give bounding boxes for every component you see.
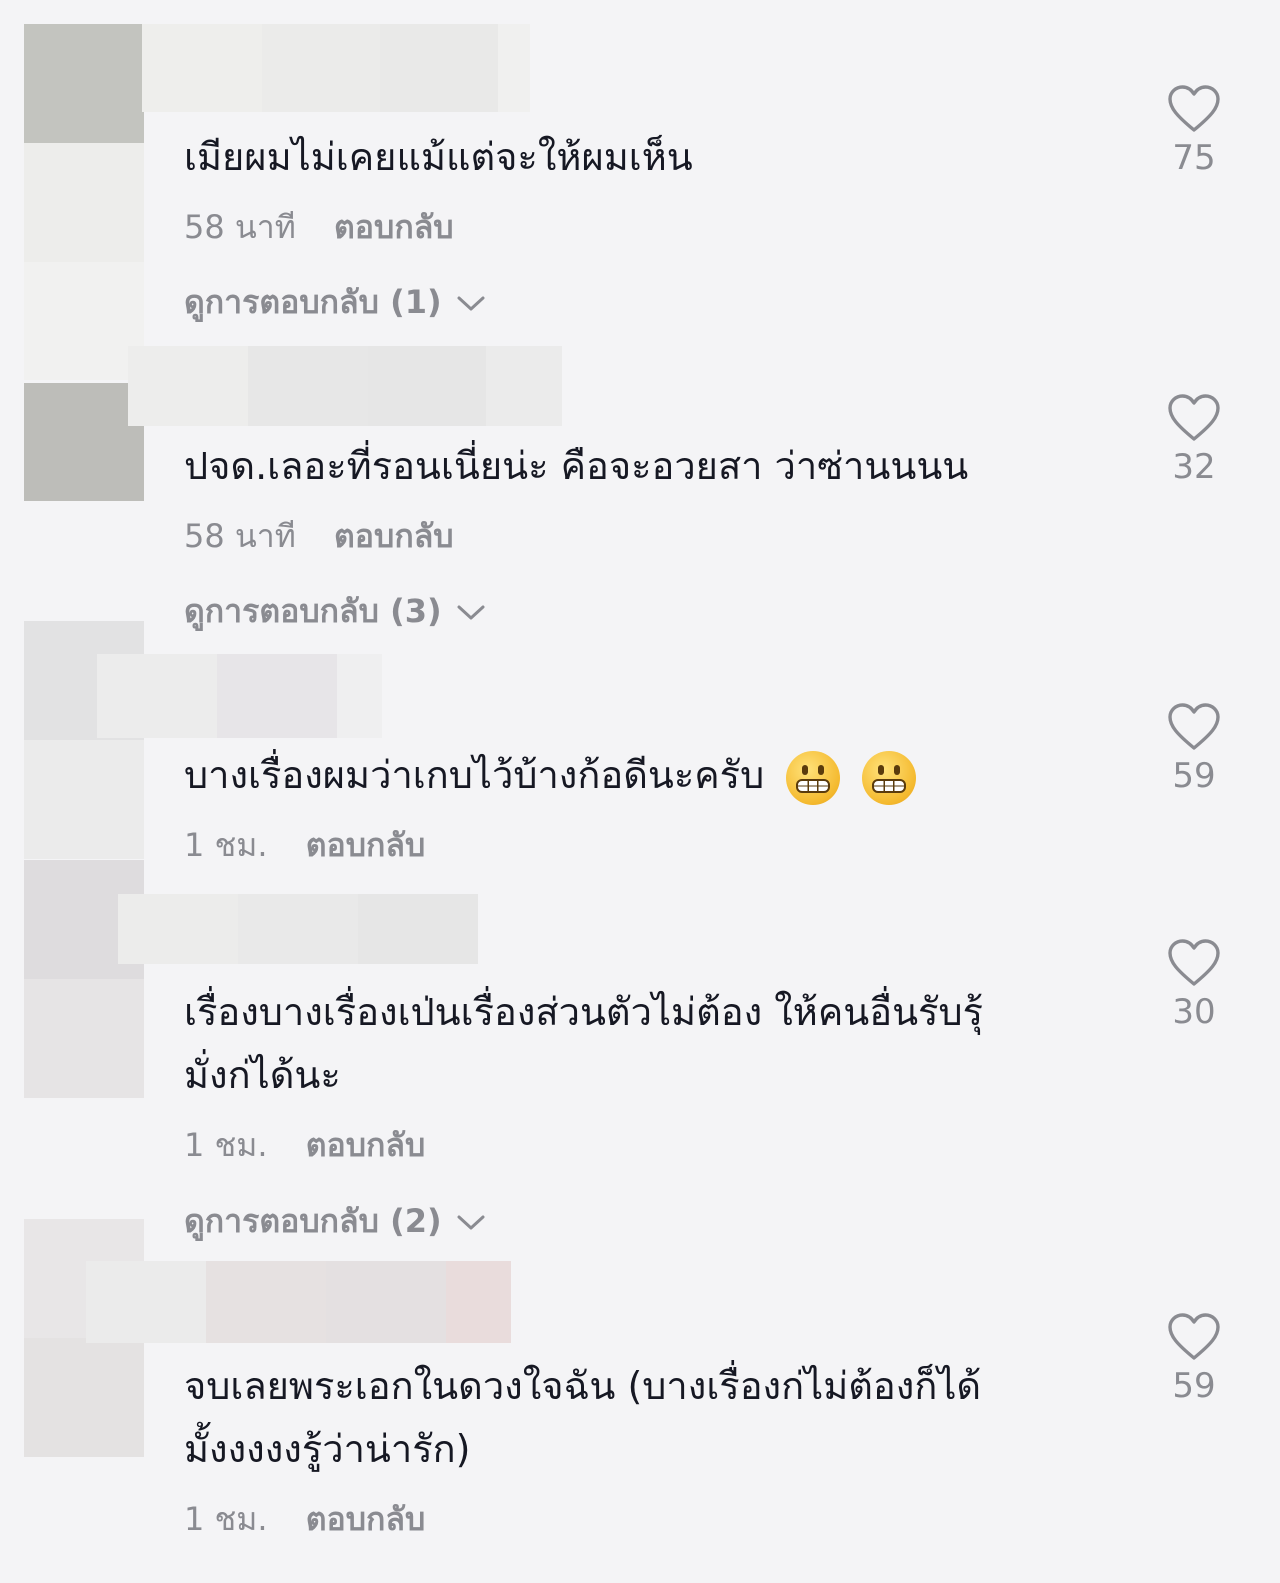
comment-time: 58 นาที xyxy=(184,517,296,555)
heart-outline-icon xyxy=(1168,939,1220,986)
reply-button[interactable]: ตอบกลับ xyxy=(306,820,426,871)
comment-time: 58 นาที xyxy=(184,208,296,246)
like-count: 32 xyxy=(1172,447,1216,487)
like-button[interactable]: 59 xyxy=(1164,1312,1224,1406)
chevron-down-icon xyxy=(457,1215,485,1229)
comment-text: มั่งก่ได้นะ xyxy=(184,1053,341,1097)
avatar[interactable] xyxy=(24,383,144,501)
reply-button[interactable]: ตอบกลับ xyxy=(306,1494,426,1545)
comment-text: เมียผมไม่เคยแม้แต่จะให้ผมเห็น xyxy=(184,135,693,179)
grimacing-face-icon xyxy=(862,750,917,805)
username[interactable] xyxy=(128,346,562,426)
comment-time: 1 ชม. xyxy=(184,1126,268,1164)
username[interactable] xyxy=(97,654,382,738)
like-button[interactable]: 32 xyxy=(1164,393,1224,487)
view-replies-button[interactable]: ดูการตอบกลับ (2) xyxy=(184,1196,486,1247)
avatar[interactable] xyxy=(24,24,144,380)
username[interactable] xyxy=(86,1261,511,1343)
view-replies-label: ดูการตอบกลับ (3) xyxy=(184,592,442,630)
like-count: 30 xyxy=(1172,992,1216,1032)
comment-text: เรื่องบางเรื่องเป่นเรื่องส่วนตัวไม่ต้อง … xyxy=(184,990,983,1034)
reply-button[interactable]: ตอบกลับ xyxy=(306,1120,426,1171)
like-count: 59 xyxy=(1172,1366,1216,1406)
like-button[interactable]: 59 xyxy=(1164,702,1224,796)
comment-text-line: บางเรื่องผมว่าเกบไว้บ้างก้อดีนะครับ xyxy=(184,744,917,806)
comment-time: 1 ชม. xyxy=(184,1500,268,1538)
comment-text: มั้งงงงงรู้ว่าน่ารัก) xyxy=(184,1427,471,1471)
like-button[interactable]: 30 xyxy=(1164,938,1224,1032)
view-replies-label: ดูการตอบกลับ (1) xyxy=(184,283,442,321)
comment-time: 1 ชม. xyxy=(184,826,268,864)
like-count: 59 xyxy=(1172,756,1216,796)
heart-outline-icon xyxy=(1168,703,1220,750)
comment-text: จบเลยพระเอกในดวงใจฉัน (บางเรื่องก่ไม่ต้อ… xyxy=(184,1364,982,1408)
reply-button[interactable]: ตอบกลับ xyxy=(334,202,454,253)
username[interactable] xyxy=(118,894,478,964)
reply-button[interactable]: ตอบกลับ xyxy=(334,511,454,562)
heart-outline-icon xyxy=(1168,85,1220,132)
comment-text: บางเรื่องผมว่าเกบไว้บ้างก้อดีนะครับ xyxy=(184,753,765,797)
view-replies-label: ดูการตอบกลับ (2) xyxy=(184,1202,442,1240)
view-replies-button[interactable]: ดูการตอบกลับ (1) xyxy=(184,277,486,328)
chevron-down-icon xyxy=(457,605,485,619)
heart-outline-icon xyxy=(1168,394,1220,441)
like-button[interactable]: 75 xyxy=(1164,84,1224,178)
like-count: 75 xyxy=(1172,138,1216,178)
username[interactable] xyxy=(142,24,530,112)
comment-text: ปจด.เลอะที่รอนเนี่ยน่ะ คือจะอวยสา ว่าซ่า… xyxy=(184,444,969,488)
heart-outline-icon xyxy=(1168,1313,1220,1360)
view-replies-button[interactable]: ดูการตอบกลับ (3) xyxy=(184,586,486,637)
grimacing-face-icon xyxy=(786,750,841,805)
chevron-down-icon xyxy=(457,296,485,310)
